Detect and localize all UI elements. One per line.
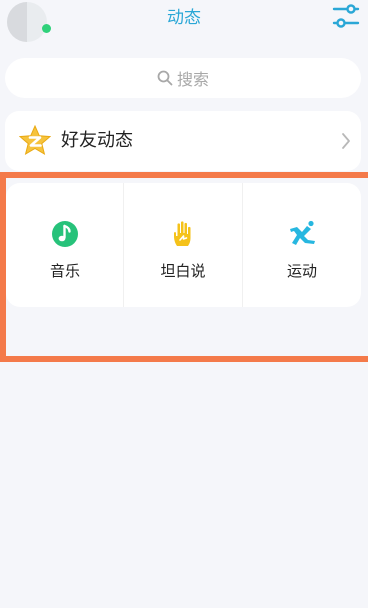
- search-placeholder: 搜索: [176, 70, 209, 89]
- qzone-star-icon: [19, 125, 51, 156]
- app-music[interactable]: 音乐: [6, 183, 124, 307]
- app-label: 音乐: [49, 262, 80, 280]
- hand-icon: [174, 221, 191, 246]
- app-confess[interactable]: 坦白说: [124, 183, 242, 307]
- top-bar: 动态: [0, 0, 368, 44]
- music-note-icon: [52, 221, 78, 247]
- chevron-right-icon: [342, 133, 350, 149]
- running-icon: [290, 220, 315, 245]
- apps-card: 音乐 坦白说 运动: [6, 183, 361, 307]
- friends-feed-row[interactable]: 好友动态: [5, 111, 361, 171]
- search-icon: [157, 70, 173, 86]
- app-sports[interactable]: 运动: [243, 183, 361, 307]
- friends-feed-label: 好友动态: [61, 130, 133, 151]
- app-label: 运动: [286, 262, 317, 280]
- app-label: 坦白说: [160, 262, 206, 280]
- search-bar[interactable]: 搜索: [5, 58, 361, 98]
- page-title: 动态: [167, 8, 201, 28]
- sliders-icon[interactable]: [332, 4, 360, 28]
